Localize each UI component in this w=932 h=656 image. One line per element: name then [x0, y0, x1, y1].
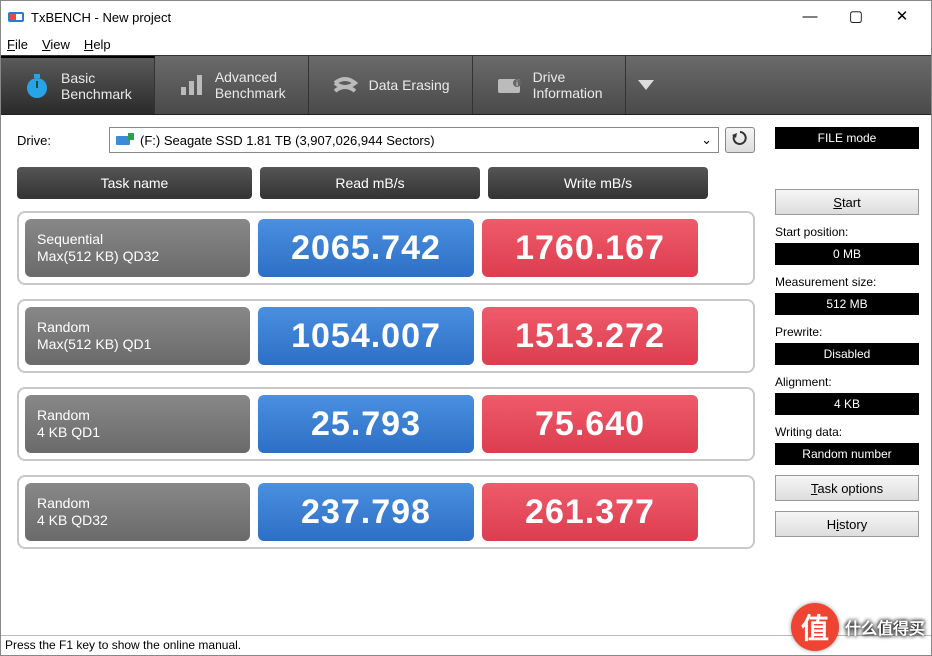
stopwatch-icon: [23, 72, 51, 100]
app-icon: [7, 8, 25, 26]
drive-icon: [116, 133, 134, 147]
measurement-size-label: Measurement size:: [775, 275, 919, 289]
drive-info-icon: i: [495, 71, 523, 99]
watermark-text: 什么值得买: [845, 615, 925, 639]
task-name-1: Sequential: [37, 231, 238, 249]
drive-value: (F:) Seagate SSD 1.81 TB (3,907,026,944 …: [140, 133, 435, 148]
tab-label: Basic Benchmark: [61, 70, 132, 102]
reload-icon: [732, 130, 748, 151]
read-value-cell: 25.793: [258, 395, 474, 453]
task-name-2: Max(512 KB) QD32: [37, 248, 238, 266]
col-header-task: Task name: [17, 167, 252, 199]
write-value-cell: 1513.272: [482, 307, 698, 365]
task-options-button[interactable]: Task options: [775, 475, 919, 501]
table-row: Random Max(512 KB) QD1 1054.007 1513.272: [17, 299, 755, 373]
task-name-cell: Random 4 KB QD1: [25, 395, 250, 453]
alignment-value[interactable]: 4 KB: [775, 393, 919, 415]
start-position-label: Start position:: [775, 225, 919, 239]
close-button[interactable]: ✕: [879, 2, 925, 32]
drive-label: Drive:: [17, 133, 109, 148]
write-value-cell: 261.377: [482, 483, 698, 541]
history-button[interactable]: History: [775, 511, 919, 537]
window-title: TxBENCH - New project: [31, 10, 787, 25]
read-value-cell: 1054.007: [258, 307, 474, 365]
reload-button[interactable]: [725, 127, 755, 153]
erase-icon: [331, 71, 359, 99]
menu-file[interactable]: File: [7, 37, 28, 52]
menu-view[interactable]: View: [42, 37, 70, 52]
task-name-1: Random: [37, 319, 238, 337]
tab-label: Advanced Benchmark: [215, 69, 286, 101]
col-header-read: Read mB/s: [260, 167, 480, 199]
tab-data-erasing[interactable]: Data Erasing: [309, 56, 473, 114]
watermark: 值 什么值得买: [791, 603, 925, 651]
tab-strip: Basic Benchmark Advanced Benchmark Data …: [1, 55, 931, 115]
table-row: Random 4 KB QD1 25.793 75.640: [17, 387, 755, 461]
task-name-cell: Sequential Max(512 KB) QD32: [25, 219, 250, 277]
task-name-2: Max(512 KB) QD1: [37, 336, 238, 354]
task-name-cell: Random 4 KB QD32: [25, 483, 250, 541]
chevron-down-icon: ⌄: [701, 132, 712, 148]
tab-basic-benchmark[interactable]: Basic Benchmark: [1, 56, 155, 114]
prewrite-value[interactable]: Disabled: [775, 343, 919, 365]
drive-select[interactable]: (F:) Seagate SSD 1.81 TB (3,907,026,944 …: [109, 127, 719, 153]
result-rows: Sequential Max(512 KB) QD32 2065.742 176…: [17, 211, 755, 549]
write-value-cell: 1760.167: [482, 219, 698, 277]
file-mode-button[interactable]: FILE mode: [775, 127, 919, 149]
tab-drive-information[interactable]: i Drive Information: [473, 56, 626, 114]
task-name-2: 4 KB QD32: [37, 512, 238, 530]
col-header-write: Write mB/s: [488, 167, 708, 199]
content-area: Drive: (F:) Seagate SSD 1.81 TB (3,907,0…: [1, 115, 771, 635]
tab-overflow-button[interactable]: [626, 56, 666, 114]
measurement-size-value[interactable]: 512 MB: [775, 293, 919, 315]
menu-help[interactable]: Help: [84, 37, 111, 52]
writing-data-value[interactable]: Random number: [775, 443, 919, 465]
tab-label: Drive Information: [533, 69, 603, 101]
drive-row: Drive: (F:) Seagate SSD 1.81 TB (3,907,0…: [17, 127, 755, 153]
write-value-cell: 75.640: [482, 395, 698, 453]
read-value-cell: 2065.742: [258, 219, 474, 277]
tab-label: Data Erasing: [369, 77, 450, 93]
task-name-2: 4 KB QD1: [37, 424, 238, 442]
sidebar: FILE mode Start Start position: 0 MB Mea…: [771, 115, 931, 635]
watermark-badge-icon: 值: [791, 603, 839, 651]
bars-icon: [177, 71, 205, 99]
read-value-cell: 237.798: [258, 483, 474, 541]
prewrite-label: Prewrite:: [775, 325, 919, 339]
table-row: Random 4 KB QD32 237.798 261.377: [17, 475, 755, 549]
main-area: Drive: (F:) Seagate SSD 1.81 TB (3,907,0…: [1, 115, 931, 635]
minimize-button[interactable]: —: [787, 2, 833, 32]
table-row: Sequential Max(512 KB) QD32 2065.742 176…: [17, 211, 755, 285]
menu-bar: File View Help: [1, 33, 931, 55]
maximize-button[interactable]: ▢: [833, 2, 879, 32]
start-button[interactable]: Start: [775, 189, 919, 215]
task-name-1: Random: [37, 495, 238, 513]
table-header: Task name Read mB/s Write mB/s: [17, 167, 755, 199]
task-name-1: Random: [37, 407, 238, 425]
start-position-value[interactable]: 0 MB: [775, 243, 919, 265]
tab-advanced-benchmark[interactable]: Advanced Benchmark: [155, 56, 309, 114]
task-name-cell: Random Max(512 KB) QD1: [25, 307, 250, 365]
alignment-label: Alignment:: [775, 375, 919, 389]
title-bar: TxBENCH - New project — ▢ ✕: [1, 1, 931, 33]
writing-data-label: Writing data:: [775, 425, 919, 439]
